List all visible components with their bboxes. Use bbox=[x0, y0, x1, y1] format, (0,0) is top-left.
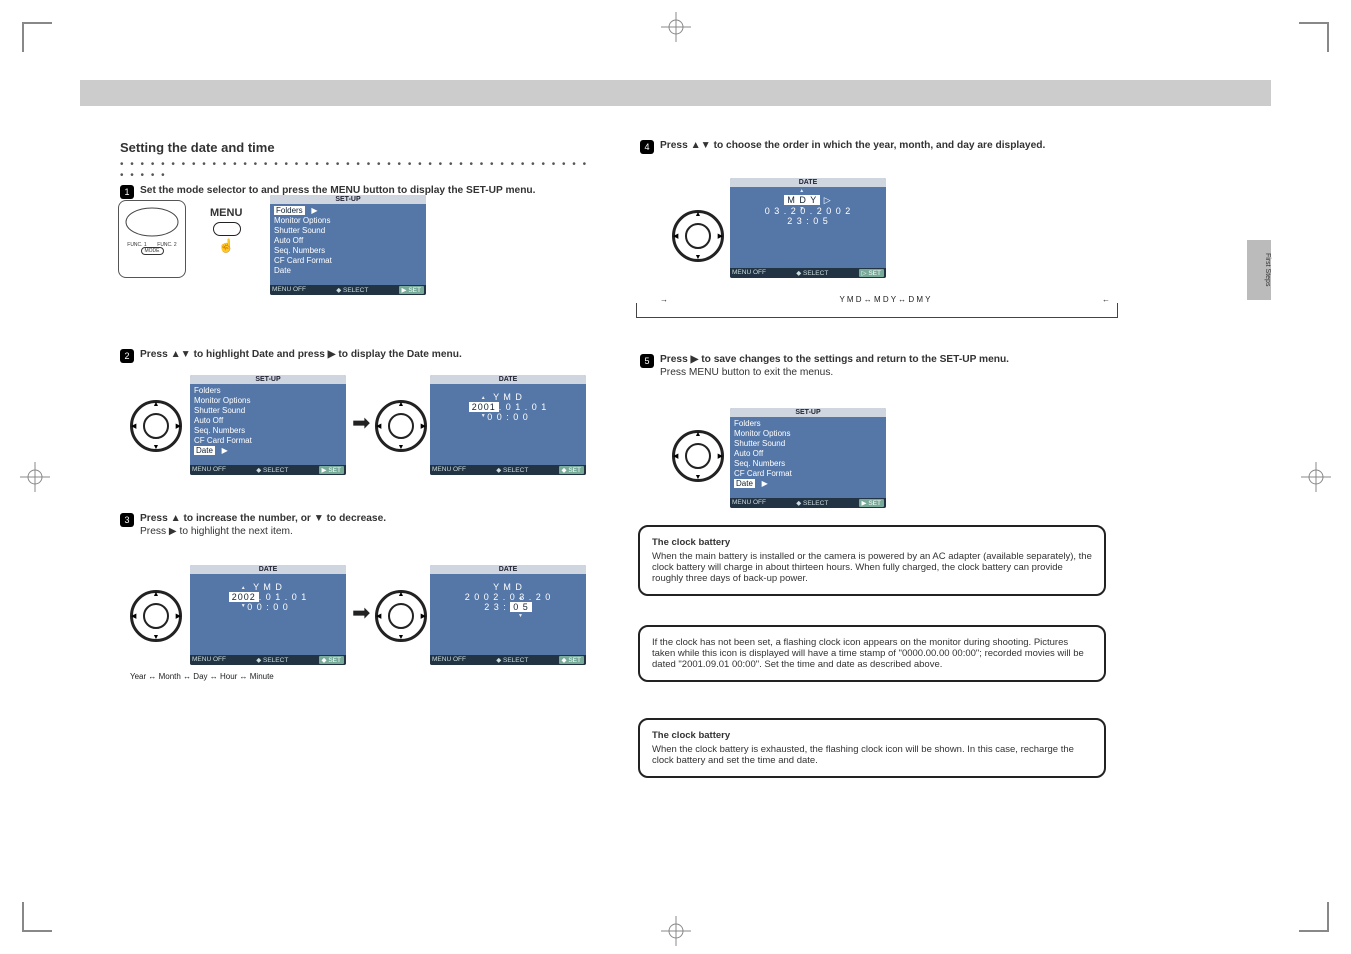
lcd-title: SET-UP bbox=[270, 195, 426, 204]
lcd-setup: SET-UP Folders ▶ Monitor Options Shutter… bbox=[270, 195, 426, 295]
info-box: The clock battery When the main battery … bbox=[638, 525, 1106, 596]
step-text: Press ▶ to save changes to the settings … bbox=[660, 354, 1009, 365]
dotted-rule: • • • • • • • • • • • • • • • • • • • • … bbox=[120, 159, 590, 181]
sidebar-first-steps: First Steps bbox=[1247, 240, 1271, 300]
lcd-item: Seq. Numbers bbox=[274, 246, 422, 256]
step-text: Press ▲▼ to choose the order in which th… bbox=[660, 140, 1045, 151]
registration-mark bbox=[661, 12, 691, 42]
step-number: 1 bbox=[120, 185, 134, 199]
lcd-item: Shutter Sound bbox=[194, 406, 342, 416]
lcd-footer: MENU OFF◆ SELECT▶ SET bbox=[270, 285, 426, 295]
lcd-item: Seq. Numbers bbox=[194, 426, 342, 436]
step-text: Press ▲▼ to highlight Date and press ▶ t… bbox=[140, 349, 462, 360]
flow-diagram: Year ↔ Month ↔ Day ↔ Hour ↔ Minute bbox=[130, 672, 274, 681]
lcd-rest: . 0 1 . 0 1 bbox=[499, 402, 548, 412]
step-text: Press ▲ to increase the number, or ▼ to … bbox=[140, 513, 386, 524]
crop-mark bbox=[1299, 22, 1329, 52]
info-body: When the main battery is installed or th… bbox=[652, 551, 1092, 584]
lcd-title: SET-UP bbox=[190, 375, 346, 384]
lcd-item: Folders bbox=[194, 386, 342, 396]
registration-mark bbox=[1301, 462, 1331, 492]
page: First Steps Setting the date and time • … bbox=[0, 0, 1351, 954]
lcd-date: DATE Y M D 2 0 0 2 . 0 3 . 2 0 2 3 : 0 5… bbox=[430, 565, 586, 665]
menu-button-label: MENU bbox=[210, 207, 242, 219]
lcd-time: 0 0 : 0 0 bbox=[430, 412, 586, 422]
right-arrow-icon: ➡ bbox=[352, 600, 370, 626]
step-text-wrap: Press ▶ to save changes to the settings … bbox=[660, 354, 1009, 378]
lcd-item: Auto Off bbox=[194, 416, 342, 426]
dial-label: MODE bbox=[141, 247, 164, 255]
lcd-date: DATE Y M D 2002. 0 1 . 0 1 0 0 : 0 0 MEN… bbox=[190, 565, 346, 665]
lcd-date: DATE Y M D 2001. 0 1 . 0 1 0 0 : 0 0 MEN… bbox=[430, 375, 586, 475]
multi-selector[interactable]: ▲▼◀▶ bbox=[375, 590, 421, 636]
lcd-item: CF Card Format bbox=[274, 256, 422, 266]
crop-mark bbox=[1299, 902, 1329, 932]
lcd-item: Date bbox=[194, 446, 215, 455]
lcd-item: Auto Off bbox=[274, 236, 422, 246]
lcd-list: Folders ▶ Monitor Options Shutter Sound … bbox=[270, 204, 426, 278]
crop-mark bbox=[22, 22, 52, 52]
lcd-year: 2001 bbox=[469, 402, 499, 412]
lcd-item: Monitor Options bbox=[274, 216, 422, 226]
info-body: If the clock has not been set, a flashin… bbox=[652, 637, 1092, 670]
header-band bbox=[80, 80, 1271, 106]
multi-selector[interactable]: ▲▼◀▶ bbox=[672, 210, 718, 256]
multi-selector[interactable]: ▲▼◀▶ bbox=[375, 400, 421, 446]
info-title: The clock battery bbox=[652, 537, 1092, 548]
step-number: 5 bbox=[640, 354, 654, 368]
step: 5 Press ▶ to save changes to the setting… bbox=[640, 354, 1110, 378]
step-sub: Press MENU button to exit the menus. bbox=[660, 367, 1009, 378]
lcd-list: Folders Monitor Options Shutter Sound Au… bbox=[190, 384, 346, 458]
multi-selector[interactable]: ▲▼◀▶ bbox=[130, 400, 176, 446]
lcd-row: Y M D bbox=[430, 392, 586, 402]
lcd-item: Date bbox=[274, 266, 422, 276]
step: 3 Press ▲ to increase the number, or ▼ t… bbox=[120, 513, 590, 537]
lcd-order: M D Y bbox=[784, 195, 820, 205]
right-arrow-icon: ➡ bbox=[352, 410, 370, 436]
step: 2 Press ▲▼ to highlight Date and press ▶… bbox=[120, 349, 590, 363]
lcd-setup: SET-UP Folders Monitor Options Shutter S… bbox=[730, 408, 886, 508]
info-title: The clock battery bbox=[652, 730, 1092, 741]
multi-selector[interactable]: ▲▼◀▶ bbox=[130, 590, 176, 636]
step-number: 2 bbox=[120, 349, 134, 363]
registration-mark bbox=[20, 462, 50, 492]
page-heading: Setting the date and time bbox=[120, 140, 590, 155]
lcd-item: Monitor Options bbox=[194, 396, 342, 406]
registration-mark bbox=[661, 916, 691, 946]
info-box: If the clock has not been set, a flashin… bbox=[638, 625, 1106, 682]
lcd-item: Shutter Sound bbox=[274, 226, 422, 236]
step-number: 4 bbox=[640, 140, 654, 154]
hand-icon: ☝ bbox=[218, 238, 234, 254]
info-box: The clock battery When the clock battery… bbox=[638, 718, 1106, 778]
lcd-date: DATE M D Y ▷ 0 3 . 2 0 . 2 0 0 2 2 3 : 0… bbox=[730, 178, 886, 278]
flow-box bbox=[636, 303, 1118, 318]
menu-button[interactable] bbox=[213, 222, 241, 236]
lcd-item: CF Card Format bbox=[194, 436, 342, 446]
crop-mark bbox=[22, 902, 52, 932]
lcd-item: Folders bbox=[274, 206, 305, 215]
step: 4 Press ▲▼ to choose the order in which … bbox=[640, 140, 1110, 154]
lcd-setup-date: SET-UP Folders Monitor Options Shutter S… bbox=[190, 375, 346, 475]
lcd-minute: 0 5 bbox=[510, 602, 532, 612]
step-sub: Press ▶ to highlight the next item. bbox=[140, 526, 386, 537]
multi-selector[interactable]: ▲▼◀▶ bbox=[672, 430, 718, 476]
mode-dial: FUNC. 1FUNC. 2 MODE bbox=[118, 200, 186, 278]
info-body: When the clock battery is exhausted, the… bbox=[652, 744, 1092, 766]
step-text-wrap: Press ▲ to increase the number, or ▼ to … bbox=[140, 513, 386, 537]
step-number: 3 bbox=[120, 513, 134, 527]
